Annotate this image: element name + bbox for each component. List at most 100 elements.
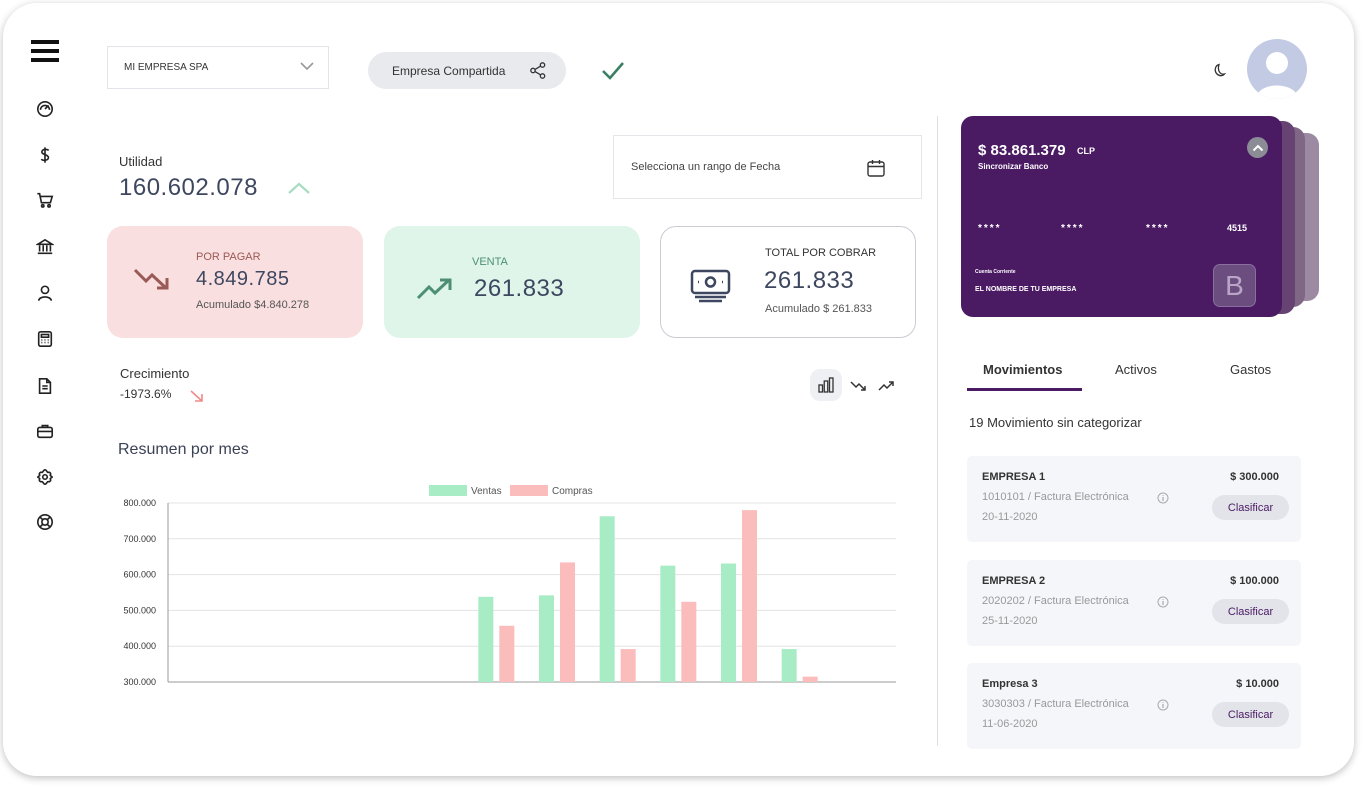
date-range-picker[interactable]: Selecciona un rango de Fecha (613, 135, 922, 199)
movement-amount: $ 10.000 (1236, 678, 1279, 690)
dashboard-gauge-icon[interactable] (33, 97, 57, 121)
company-select-value: MI EMPRESA SPA (124, 62, 209, 73)
trend-up-chart-toggle[interactable] (871, 369, 903, 401)
card-collapse-button[interactable] (1247, 137, 1268, 158)
app-frame: MI EMPRESA SPA Empresa Compartida Utilid… (3, 3, 1354, 776)
kpi-por-pagar[interactable]: POR PAGAR 4.849.785 Acumulado $4.840.278 (107, 226, 363, 338)
bank-account-card[interactable]: $ 83.861.379 CLP Sincronizar Banco **** … (961, 116, 1282, 317)
movement-item: Empresa 3 $ 10.000 3030303 / Factura Ele… (967, 663, 1301, 749)
bar-ventas[interactable] (660, 565, 676, 682)
checkmark-icon (602, 62, 624, 80)
movement-company: EMPRESA 2 (982, 575, 1046, 587)
bank-logo: B (1213, 264, 1256, 307)
user-silhouette-icon (1256, 52, 1298, 99)
bar-ventas[interactable] (781, 649, 797, 682)
support-lifebuoy-icon[interactable] (33, 510, 57, 534)
kpi-por-pagar-value: 4.849.785 (196, 268, 290, 290)
movement-detail: 1010101 / Factura Electrónica (982, 491, 1129, 503)
movement-amount: $ 300.000 (1230, 471, 1279, 483)
settings-icon[interactable] (33, 465, 57, 489)
card-owner: EL NOMBRE DE TU EMPRESA (975, 286, 1077, 293)
y-tick-label: 400.000 (123, 641, 156, 651)
calendar-icon (867, 160, 885, 177)
chevron-down-icon (300, 62, 314, 71)
panel-divider (937, 116, 938, 746)
bar-compras[interactable] (620, 649, 636, 682)
kpi-por-pagar-accumulated: Acumulado $4.840.278 (196, 299, 310, 311)
y-tick-label: 300.000 (123, 677, 156, 687)
bar-compras[interactable] (499, 625, 515, 682)
bar-compras[interactable] (681, 601, 697, 682)
y-tick-label: 600.000 (123, 570, 156, 580)
monthly-summary-chart: Ventas Compras 800.000 700.000 600.000 500.0… (123, 485, 896, 687)
cash-icon (690, 269, 731, 303)
info-icon[interactable] (1157, 699, 1169, 711)
card-currency: CLP (1077, 146, 1095, 156)
menu-icon[interactable] (31, 37, 59, 65)
avatar[interactable] (1247, 39, 1307, 99)
tab-activos[interactable]: Activos (1115, 362, 1157, 377)
trending-down-small-icon (850, 381, 866, 391)
arrow-down-right-icon (190, 390, 203, 402)
classify-button[interactable]: Clasificar (1212, 599, 1289, 624)
card-last4: 4515 (1227, 223, 1248, 233)
chart-legend: Ventas Compras (429, 485, 593, 497)
bar-ventas[interactable] (721, 563, 736, 682)
utilidad-value: 160.602.078 (119, 174, 258, 201)
movement-detail: 2020202 / Factura Electrónica (982, 595, 1129, 607)
cart-icon[interactable] (33, 188, 57, 212)
movement-company: Empresa 3 (982, 678, 1038, 690)
movement-item: EMPRESA 2 $ 100.000 2020202 / Factura El… (967, 560, 1301, 646)
bar-chart-toggle[interactable] (810, 369, 842, 401)
tab-movimientos[interactable]: Movimientos (983, 362, 1062, 377)
share-icon (530, 62, 546, 79)
shared-company-button[interactable]: Empresa Compartida (368, 52, 566, 89)
bar-compras[interactable] (560, 562, 575, 682)
card-balance: $ 83.861.379 (978, 142, 1066, 159)
shared-company-label: Empresa Compartida (392, 63, 506, 78)
info-icon[interactable] (1157, 596, 1169, 608)
y-tick-label: 700.000 (123, 534, 156, 544)
movement-date: 11-06-2020 (982, 718, 1038, 730)
dollar-icon[interactable] (33, 143, 57, 167)
bar-ventas[interactable] (539, 595, 554, 682)
legend-label-compras: Compras (552, 486, 593, 497)
y-tick-label: 500.000 (123, 605, 156, 615)
chart-section-title: Resumen por mes (118, 441, 249, 458)
movement-detail: 3030303 / Factura Electrónica (982, 698, 1129, 710)
briefcase-icon[interactable] (33, 419, 57, 443)
calculator-icon[interactable] (33, 327, 57, 351)
card-account-type: Cuenta Corriente (975, 269, 1016, 275)
document-icon[interactable] (33, 374, 57, 398)
movement-amount: $ 100.000 (1230, 575, 1279, 587)
kpi-total-por-cobrar-value: 261.833 (764, 267, 855, 294)
sync-bank-link[interactable]: Sincronizar Banco (978, 162, 1048, 171)
trending-up-small-icon (878, 381, 894, 391)
movement-date: 20-11-2020 (982, 511, 1038, 523)
bank-icon[interactable] (33, 235, 57, 259)
card-number-group-1: **** (978, 223, 1002, 234)
dark-mode-moon-icon[interactable] (1210, 63, 1226, 79)
movement-item: EMPRESA 1 $ 300.000 1010101 / Factura El… (967, 456, 1301, 542)
kpi-total-por-cobrar[interactable]: TOTAL POR COBRAR 261.833 Acumulado $ 261… (660, 226, 916, 338)
bar-compras[interactable] (802, 676, 818, 682)
growth-value: -1973.6% (120, 387, 172, 401)
user-icon[interactable] (33, 281, 57, 305)
legend-swatch-ventas (429, 485, 467, 496)
growth-label: Crecimiento (120, 366, 190, 381)
bar-chart-icon (818, 377, 834, 393)
tab-gastos[interactable]: Gastos (1230, 362, 1271, 377)
bar-ventas[interactable] (599, 516, 615, 682)
classify-button[interactable]: Clasificar (1212, 702, 1289, 727)
chevron-up-icon (288, 182, 310, 194)
utilidad-label: Utilidad (119, 154, 163, 169)
bar-compras[interactable] (742, 510, 757, 682)
info-icon[interactable] (1157, 492, 1169, 504)
kpi-venta[interactable]: VENTA 261.833 (384, 226, 640, 338)
trending-down-icon (133, 268, 169, 290)
bar-ventas[interactable] (478, 596, 494, 682)
classify-button[interactable]: Clasificar (1212, 495, 1289, 520)
kpi-venta-label: VENTA (472, 256, 508, 268)
company-select[interactable]: MI EMPRESA SPA (107, 46, 329, 89)
legend-swatch-compras (510, 485, 548, 496)
